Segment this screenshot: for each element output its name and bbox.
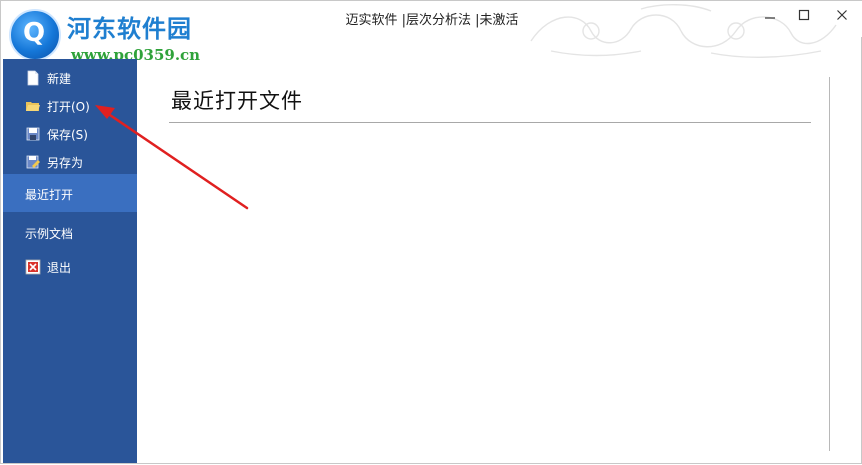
close-icon [837, 10, 847, 20]
sidebar-item-open[interactable]: 打开(O) [3, 93, 137, 119]
sidebar-item-new[interactable]: 新建 [3, 65, 137, 91]
save-icon [26, 127, 40, 141]
sidebar-item-label: 最近打开 [25, 188, 74, 202]
open-folder-icon [26, 102, 40, 111]
save-as-icon [26, 155, 40, 169]
sidebar-item-label: 保存(S) [47, 128, 88, 142]
sidebar-item-recent[interactable]: 最近打开 [3, 174, 137, 212]
sidebar: 新建 打开(O) 保存(S) 另存为 最近打开 示例文档 退出 [3, 59, 137, 463]
close-button[interactable] [827, 5, 857, 29]
maximize-button[interactable] [789, 5, 819, 29]
sidebar-item-samples[interactable]: 示例文档 [3, 220, 137, 246]
title-bar: Q 河东软件园 www.pc0359.cn 迈实软件 |层次分析法 |未激活 [1, 1, 862, 64]
exit-icon [25, 259, 41, 275]
app-window: Q 河东软件园 www.pc0359.cn 迈实软件 |层次分析法 |未激活 新… [0, 0, 862, 464]
sidebar-item-label: 退出 [47, 261, 72, 275]
sidebar-item-label: 新建 [47, 72, 72, 86]
sidebar-item-label: 打开(O) [47, 100, 90, 114]
page-title: 最近打开文件 [171, 89, 303, 113]
sidebar-item-exit[interactable]: 退出 [3, 254, 137, 280]
sidebar-item-label: 示例文档 [25, 227, 74, 241]
sidebar-item-save[interactable]: 保存(S) [3, 121, 137, 147]
sidebar-item-label: 另存为 [47, 156, 84, 170]
sidebar-item-save-as[interactable]: 另存为 [3, 149, 137, 175]
content-divider [169, 122, 811, 123]
content-right-border [829, 77, 830, 451]
window-title: 迈实软件 |层次分析法 |未激活 [345, 13, 519, 28]
minimize-icon [765, 17, 775, 19]
maximize-icon [798, 9, 810, 21]
new-file-icon [27, 70, 39, 86]
minimize-button[interactable] [755, 5, 785, 29]
